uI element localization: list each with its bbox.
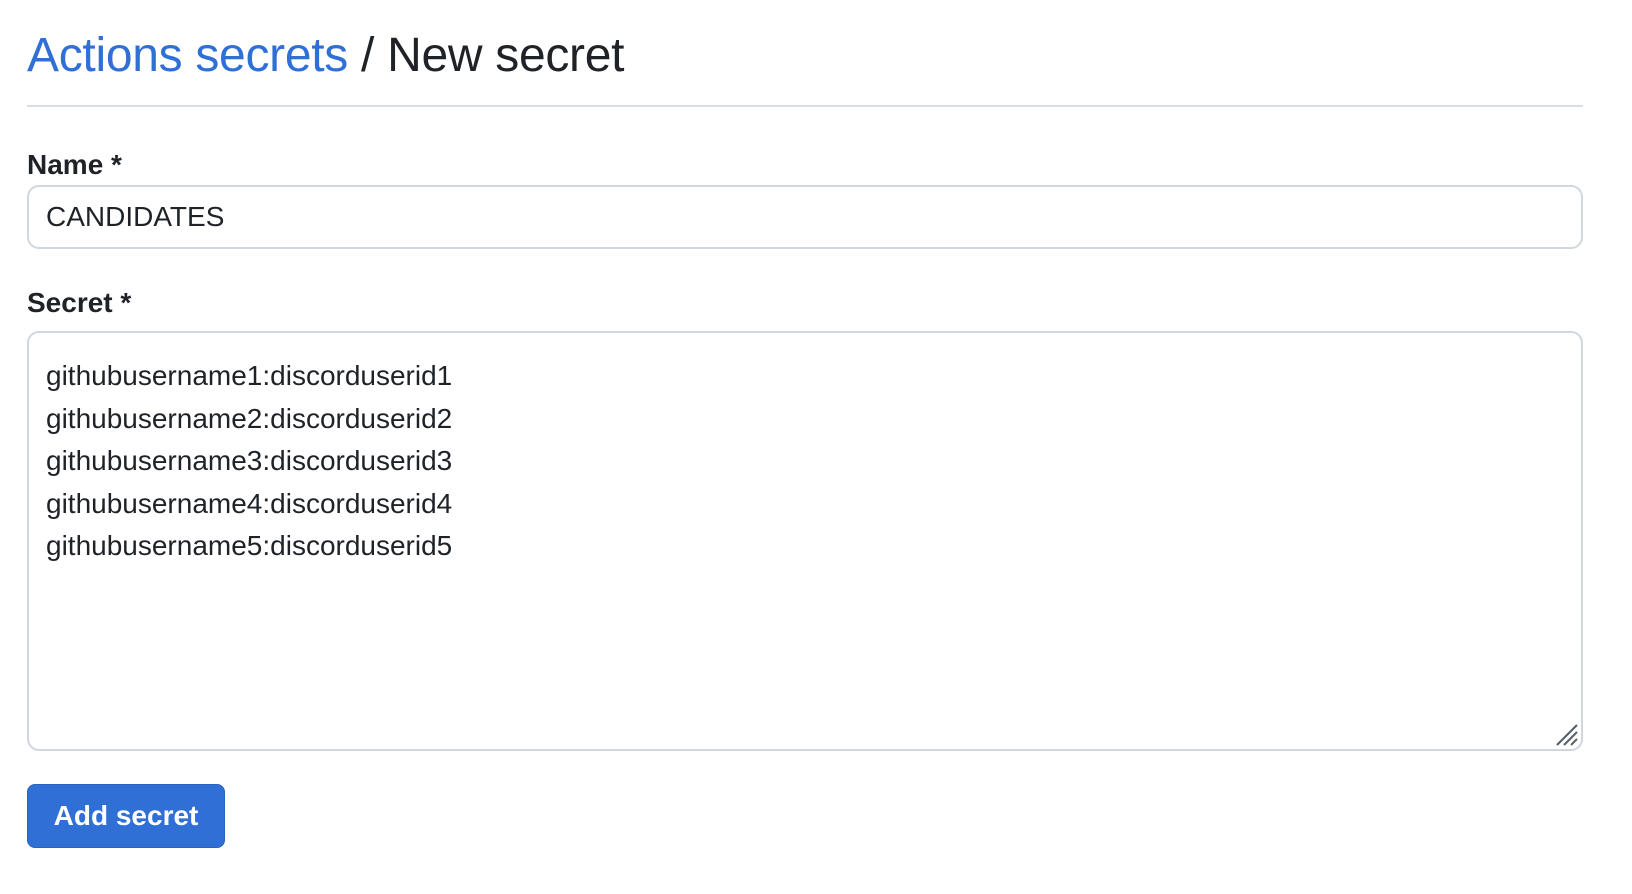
page-title: New secret xyxy=(387,28,625,82)
secret-label: Secret * xyxy=(27,287,132,318)
secret-textarea[interactable]: githubusername1:discorduserid1 githubuse… xyxy=(27,331,1583,751)
breadcrumb-separator: / xyxy=(347,28,388,82)
add-secret-button[interactable]: Add secret xyxy=(27,784,225,848)
breadcrumb: Actions secrets / New secret xyxy=(27,28,625,82)
breadcrumb-link-actions-secrets[interactable]: Actions secrets xyxy=(27,29,348,82)
page-header: Actions secrets / New secret xyxy=(27,0,1583,107)
new-secret-page: Actions secrets / New secret Name * Secr… xyxy=(27,0,1583,848)
resize-grip-icon[interactable] xyxy=(1553,721,1579,747)
name-input[interactable] xyxy=(27,185,1583,249)
name-label: Name * xyxy=(27,149,122,180)
